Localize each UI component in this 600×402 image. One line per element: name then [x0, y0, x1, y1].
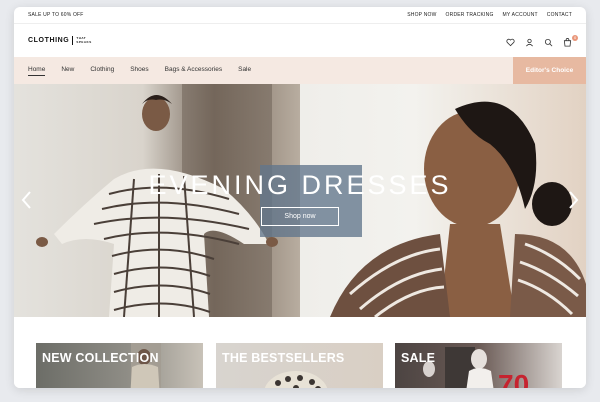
top-link-my-account[interactable]: MY ACCOUNT — [503, 12, 538, 18]
top-link-shop-now[interactable]: SHOP NOW — [407, 12, 436, 18]
editors-choice-button[interactable]: Editor's Choice — [513, 57, 586, 84]
category-card-bestsellers[interactable]: THE BESTSELLERS — [216, 343, 383, 388]
cart-icon[interactable]: 0 — [563, 34, 579, 47]
nav-item-clothing[interactable]: Clothing — [90, 66, 114, 75]
category-label: SALE — [401, 351, 436, 365]
logo-tagline: THAT SPEAKS — [76, 36, 92, 44]
nav-item-home[interactable]: Home — [28, 66, 46, 76]
top-links: SHOP NOW ORDER TRACKING MY ACCOUNT CONTA… — [407, 12, 572, 18]
hero-title: EVENING DRESSES — [148, 170, 452, 200]
category-section: NEW COLLECTION THE BESTSELLERS SALE 70 — [14, 317, 586, 388]
next-slide-arrow-icon[interactable] — [566, 189, 580, 211]
header-icons: 0 — [506, 34, 579, 47]
nav-item-shoes[interactable]: Shoes — [130, 66, 148, 75]
main-nav: Home New Clothing Shoes Bags & Accessori… — [14, 57, 586, 84]
shop-now-button[interactable]: Shop now — [261, 207, 339, 226]
hero-slider: EVENING DRESSES Shop now — [14, 84, 586, 317]
cart-count-badge: 0 — [572, 35, 579, 41]
site-header: CLOTHING THAT SPEAKS 0 — [14, 24, 586, 57]
nav-item-new[interactable]: New — [61, 66, 74, 75]
sale-image — [423, 347, 494, 388]
new-collection-image — [130, 343, 161, 388]
logo-divider — [72, 36, 74, 45]
nav-items: Home New Clothing Shoes Bags & Accessori… — [28, 57, 251, 84]
nav-item-sale[interactable]: Sale — [238, 66, 251, 75]
top-link-order-tracking[interactable]: ORDER TRACKING — [446, 12, 494, 18]
promo-text: SALE UP TO 60% OFF — [28, 12, 84, 18]
prev-slide-arrow-icon[interactable] — [20, 189, 34, 211]
sale-percent-sign: 70 — [498, 369, 530, 388]
site-logo[interactable]: CLOTHING THAT SPEAKS — [28, 36, 92, 45]
search-icon[interactable] — [544, 34, 553, 47]
category-card-sale[interactable]: SALE 70 — [395, 343, 562, 388]
top-link-contact[interactable]: CONTACT — [547, 12, 572, 18]
bestsellers-image — [264, 371, 328, 388]
top-strip: SALE UP TO 60% OFF SHOP NOW ORDER TRACKI… — [14, 7, 586, 24]
user-icon[interactable] — [525, 34, 534, 47]
category-label: NEW COLLECTION — [42, 351, 159, 365]
browser-window: SALE UP TO 60% OFF SHOP NOW ORDER TRACKI… — [14, 7, 586, 388]
heart-icon[interactable] — [506, 34, 515, 47]
logo-tagline-line-2: SPEAKS — [76, 39, 92, 44]
nav-item-bags-accessories[interactable]: Bags & Accessories — [165, 66, 222, 75]
category-label: THE BESTSELLERS — [222, 351, 345, 365]
logo-main-text: CLOTHING — [28, 37, 70, 44]
category-card-new-collection[interactable]: NEW COLLECTION — [36, 343, 203, 388]
